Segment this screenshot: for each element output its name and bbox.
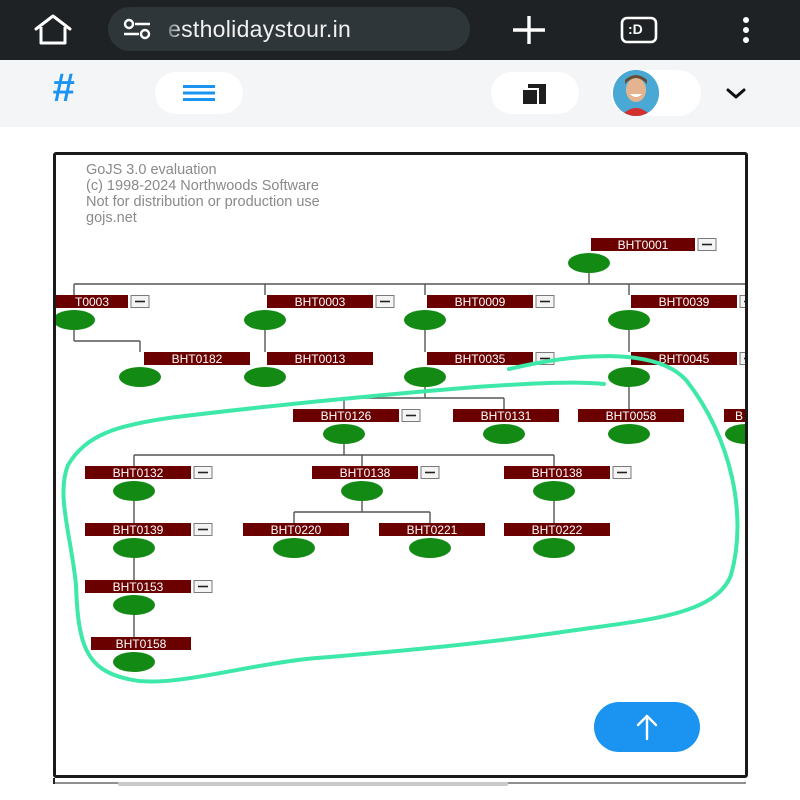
tree-node[interactable]: BHT0182 xyxy=(119,352,250,387)
tree-node[interactable]: BHT0221 xyxy=(379,523,485,558)
menu-button[interactable] xyxy=(155,72,243,114)
address-bar[interactable]: estholidaystour.in xyxy=(108,7,470,51)
node-label: BHT0182 xyxy=(172,352,223,366)
node-circle[interactable] xyxy=(113,538,155,558)
site-header: # xyxy=(0,60,800,127)
node-circle[interactable] xyxy=(244,367,286,387)
node-circle[interactable] xyxy=(341,481,383,501)
node-label: BHT0045 xyxy=(659,352,710,366)
node-label: BHT0222 xyxy=(532,523,583,537)
avatar[interactable] xyxy=(613,70,659,116)
node-label: BHT0039 xyxy=(659,295,710,309)
org-tree-diagram: BHT0001 T0003 BHT0003 BHT0009 BHT0039 BHT0182… xyxy=(56,238,745,684)
tree-node[interactable]: BHT0058 xyxy=(578,409,684,444)
node-label: BHT0153 xyxy=(113,580,164,594)
node-circle[interactable] xyxy=(119,367,161,387)
arrow-up-icon xyxy=(636,714,658,741)
node-label: BHT0139 xyxy=(113,523,164,537)
node-circle[interactable] xyxy=(244,310,286,330)
node-circle[interactable] xyxy=(113,595,155,615)
node-circle[interactable] xyxy=(608,367,650,387)
browser-toolbar: estholidaystour.in :D xyxy=(0,0,800,60)
node-circle[interactable] xyxy=(56,310,95,330)
copy-icon xyxy=(521,84,546,106)
node-label: BHT0035 xyxy=(455,352,506,366)
tree-node[interactable]: BHT0009 xyxy=(404,295,555,330)
tree-node[interactable]: BHT0158 xyxy=(91,637,191,672)
tree-node[interactable]: BHT0220 xyxy=(243,523,349,558)
node-label: BHT0138 xyxy=(340,466,391,480)
tree-node[interactable]: BHT0001 xyxy=(568,238,717,273)
tree-node[interactable]: BHT0132 xyxy=(85,466,213,501)
node-circle[interactable] xyxy=(273,538,315,558)
site-settings-icon[interactable] xyxy=(122,18,152,40)
node-circle[interactable] xyxy=(404,367,446,387)
node-label: BHT0009 xyxy=(455,295,506,309)
node-label: BHT0013 xyxy=(295,352,346,366)
node-circle[interactable] xyxy=(533,481,575,501)
node-circle[interactable] xyxy=(608,424,650,444)
node-circle[interactable] xyxy=(409,538,451,558)
node-circle[interactable] xyxy=(533,538,575,558)
node-label: BHT0138 xyxy=(532,466,583,480)
tree-node[interactable]: BHT0131 xyxy=(453,409,559,444)
tree-node[interactable]: BHT0003 xyxy=(244,295,395,330)
tree-node[interactable]: BHT0013 xyxy=(244,352,373,387)
tree-node[interactable]: BHT0139 xyxy=(85,523,213,558)
node-circle[interactable] xyxy=(725,424,745,444)
node-circle[interactable] xyxy=(323,424,365,444)
tree-node[interactable]: BHT0039 xyxy=(608,295,745,330)
node-label: B xyxy=(735,409,743,423)
more-vert-icon[interactable] xyxy=(740,14,752,46)
hamburger-menu-icon xyxy=(183,85,215,101)
new-tab-icon[interactable] xyxy=(510,14,548,46)
node-circle[interactable] xyxy=(483,424,525,444)
node-label: BHT0001 xyxy=(618,238,669,252)
node-circle[interactable] xyxy=(113,481,155,501)
tab-switcher-icon[interactable]: :D xyxy=(620,16,658,44)
node-circle[interactable] xyxy=(608,310,650,330)
hash-logo-icon[interactable]: # xyxy=(52,66,74,111)
tree-node[interactable]: B xyxy=(724,409,745,444)
node-circle[interactable] xyxy=(404,310,446,330)
url-fade xyxy=(160,7,182,51)
tree-node[interactable]: T0003 xyxy=(56,295,150,330)
url-text: estholidaystour.in xyxy=(168,16,352,42)
profile-menu[interactable] xyxy=(611,70,701,116)
node-label: BHT0058 xyxy=(606,409,657,423)
chevron-down-icon[interactable] xyxy=(726,88,746,100)
node-label: BHT0220 xyxy=(271,523,322,537)
scroll-to-top-button[interactable] xyxy=(594,702,700,752)
tree-node[interactable]: BHT0222 xyxy=(504,523,610,558)
home-icon[interactable] xyxy=(30,12,76,48)
node-label: T0003 xyxy=(75,295,109,309)
node-circle[interactable] xyxy=(113,652,155,672)
tree-node[interactable]: BHT0126 xyxy=(293,409,421,444)
horizontal-scrollbar[interactable] xyxy=(118,782,508,786)
node-label: BHT0221 xyxy=(407,523,458,537)
diagram-canvas[interactable]: GoJS 3.0 evaluation (c) 1998-2024 Northw… xyxy=(53,152,748,778)
node-label: BHT0131 xyxy=(481,409,532,423)
copy-button[interactable] xyxy=(491,72,579,114)
node-circle[interactable] xyxy=(568,253,610,273)
node-label: BHT0003 xyxy=(295,295,346,309)
node-label: BHT0132 xyxy=(113,466,164,480)
tree-node[interactable]: BHT0153 xyxy=(85,580,213,615)
hand-drawn-annotation xyxy=(61,354,740,684)
tab-count: :D xyxy=(628,21,643,37)
tree-node[interactable]: BHT0138 xyxy=(504,466,632,501)
node-label: BHT0158 xyxy=(116,637,167,651)
node-label: BHT0126 xyxy=(321,409,372,423)
tree-node[interactable]: BHT0138 xyxy=(312,466,440,501)
